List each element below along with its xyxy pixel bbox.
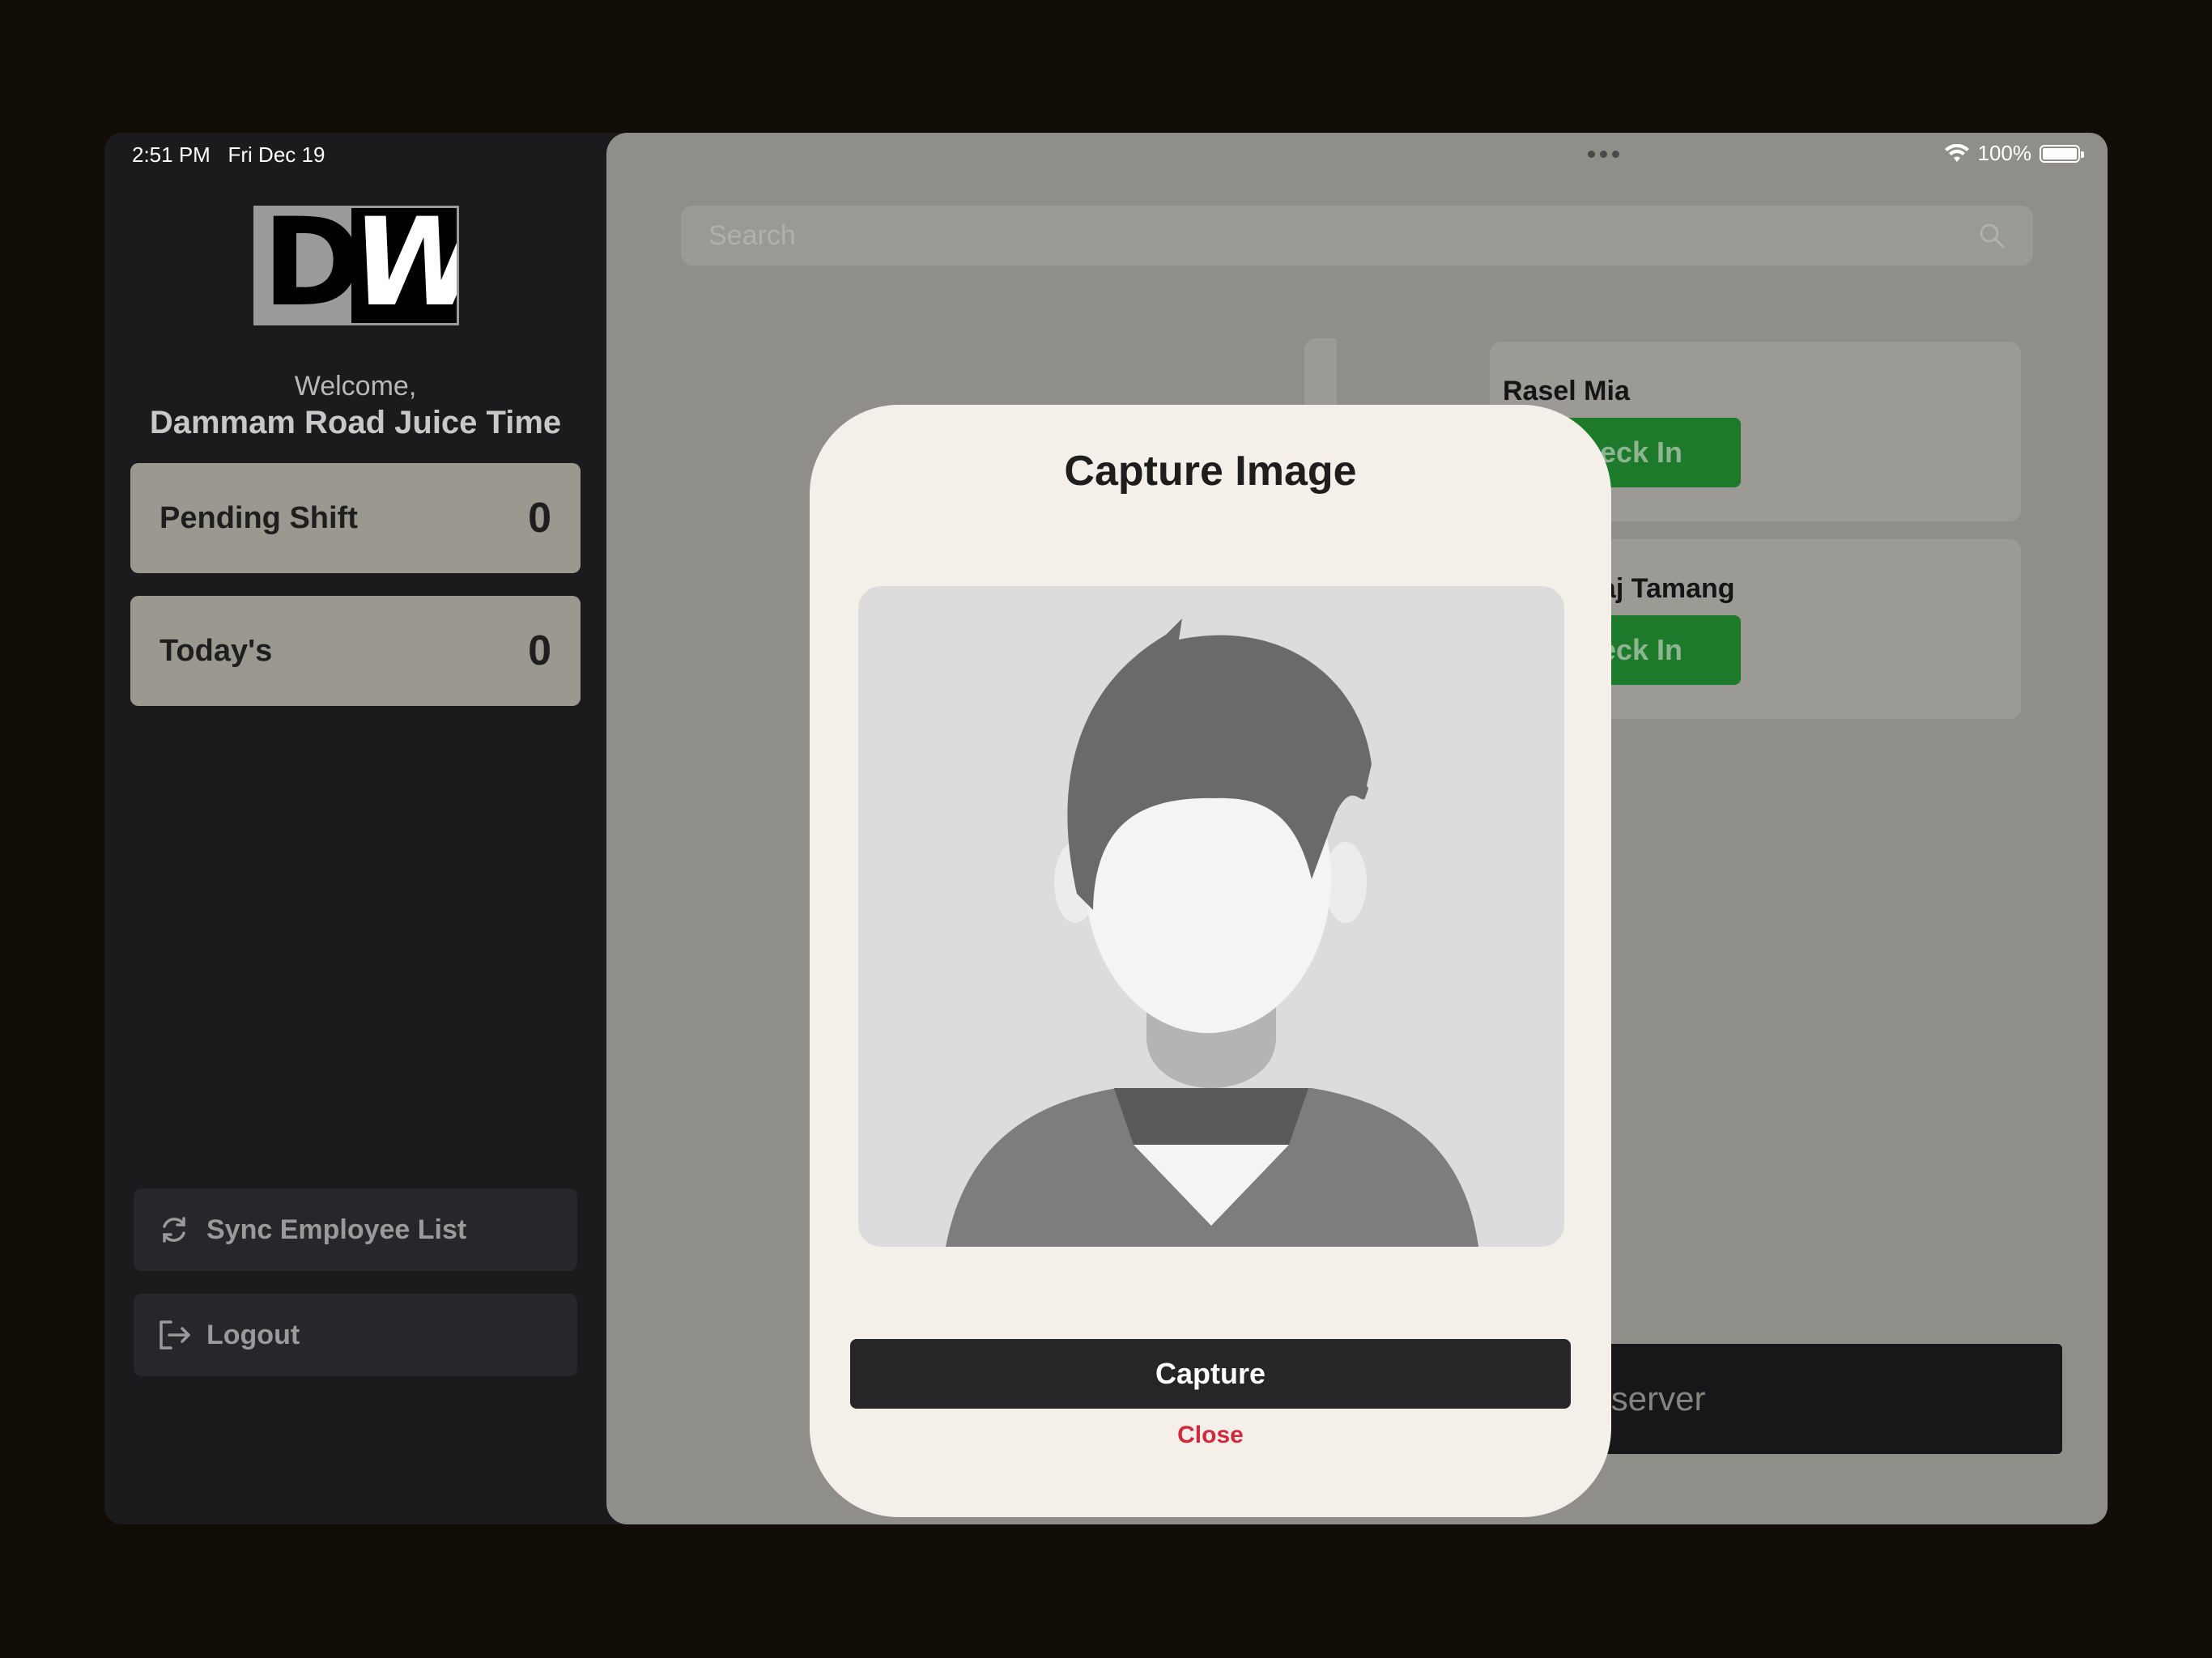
pending-shift-label: Pending Shift — [160, 500, 358, 535]
pending-shift-card[interactable]: Pending Shift 0 — [130, 463, 581, 573]
search-placeholder: Search — [708, 219, 796, 251]
wifi-icon — [1944, 143, 1969, 162]
camera-preview — [858, 586, 1564, 1247]
sync-label: Sync Employee List — [206, 1214, 467, 1245]
capture-button[interactable]: Capture — [850, 1339, 1571, 1409]
logout-label: Logout — [206, 1319, 300, 1350]
status-right: 100% — [1944, 141, 2084, 166]
employee-name: Rasel Mia — [1503, 376, 1630, 406]
search-input[interactable]: Search — [681, 206, 2033, 266]
sync-icon — [163, 1217, 185, 1243]
logout-icon — [160, 1320, 190, 1350]
todays-card[interactable]: Today's 0 — [130, 596, 581, 706]
modal-title: Capture Image — [1064, 448, 1357, 495]
pending-shift-count: 0 — [528, 495, 551, 542]
logout-button[interactable]: Logout — [134, 1294, 577, 1376]
search-icon — [1980, 223, 2005, 249]
sync-employee-list-button[interactable]: Sync Employee List — [134, 1188, 577, 1271]
todays-count: 0 — [528, 627, 551, 674]
todays-label: Today's — [160, 633, 273, 668]
status-time: 2:51 PM Fri Dec 19 — [132, 142, 325, 167]
store-name: Dammam Road Juice Time — [149, 405, 562, 440]
capture-image-modal: Capture Image Capture Close — [810, 405, 1611, 1517]
close-button[interactable]: Close — [810, 1422, 1611, 1449]
person-placeholder-icon — [946, 619, 1478, 1247]
battery-icon — [2040, 144, 2084, 163]
battery-percent: 100% — [1977, 141, 2032, 165]
status-bar: 2:51 PM Fri Dec 19 100% — [104, 133, 2108, 175]
welcome-text: Welcome, — [294, 371, 417, 402]
sidebar: DW Welcome, Dammam Road Juice Time Pendi… — [104, 133, 606, 1524]
ipad-screen: DW Welcome, Dammam Road Juice Time Pendi… — [104, 133, 2108, 1524]
company-logo: DW — [253, 206, 459, 325]
